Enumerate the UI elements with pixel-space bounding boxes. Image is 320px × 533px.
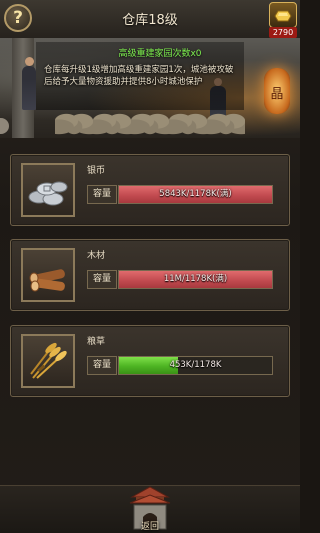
resource-name: 银币 [87,166,106,176]
silver-coins-icon [28,181,68,206]
capacity-label: 容量 [87,185,117,204]
resource-thumbnail [21,334,75,388]
capacity-label: 容量 [87,356,117,375]
wood-logs-icon [29,269,65,292]
lantern-glyph: 晶 [270,87,284,102]
warehouse-description: 仓库每升级1级增加高级重建家园1次，城池被攻破后给予大量物资援助并提供8小时城池… [44,65,234,87]
capacity-value: 453K/1178K [169,360,222,370]
soldier-figure [22,57,36,110]
resource-card-grain: 粮草 容量 453K/1178K [10,325,290,397]
page-title: 仓库18级 [122,13,178,28]
top-bar: ? 仓库18级 2790 [0,0,300,39]
resource-thumbnail [21,248,75,302]
lantern-icon: 晶 [264,68,290,114]
gold-count-badge: 2790 [269,27,297,38]
warehouse-screen: ? 仓库18级 2790 晶 高级重建家园次数x0 仓库每升级1级增加高级重建家… [0,0,300,533]
back-label: 返回 [140,522,159,532]
gold-chest-button[interactable] [269,2,297,28]
capacity-bar: 11M/1178K(满) [118,270,273,289]
sandbags-illustration [55,110,245,138]
capacity-bar: 5843K/1178K(满) [118,185,273,204]
grain-bundle-icon [30,342,67,379]
capacity-bar: 453K/1178K [118,356,273,375]
resource-card-wood: 木材 容量 11M/1178K(满) [10,239,290,311]
gold-ingot-icon [274,10,292,22]
warehouse-banner: 晶 高级重建家园次数x0 仓库每升级1级增加高级重建家园1次，城池被攻破后给予大… [0,38,300,138]
capacity-label: 容量 [87,270,117,289]
capacity-value: 11M/1178K(满) [163,274,228,284]
resource-name: 木材 [87,251,106,261]
resource-card-silver: 银币 容量 5843K/1178K(满) [10,154,290,226]
resource-thumbnail [21,163,75,217]
resource-name: 粮草 [87,337,106,347]
capacity-value: 5843K/1178K(满) [159,189,232,199]
rebuild-count-caption: 高级重建家园次数x0 [118,49,202,59]
